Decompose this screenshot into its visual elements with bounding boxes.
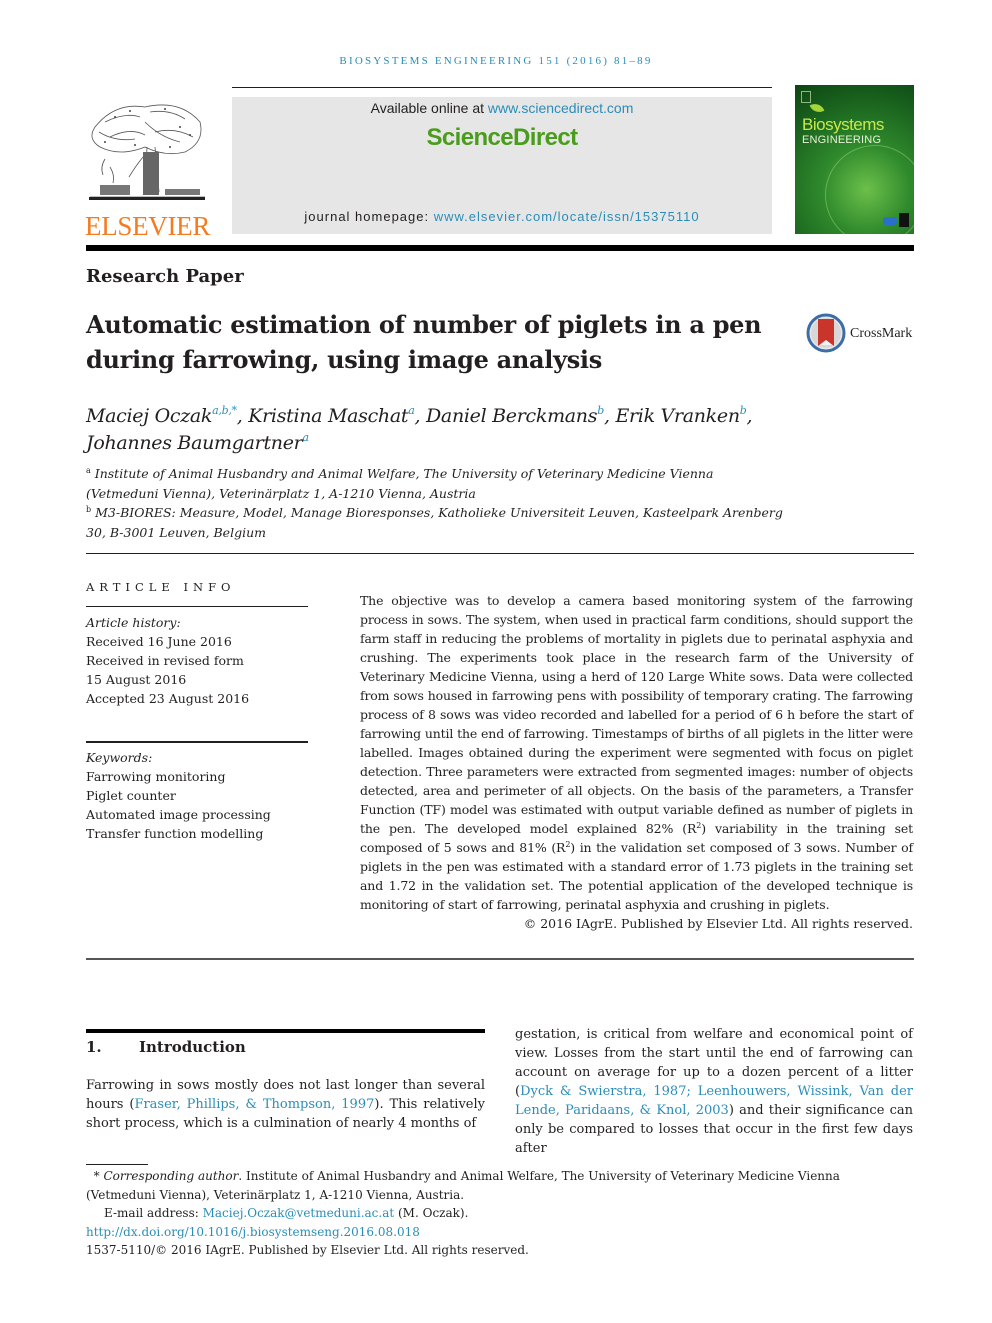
footnotes: * Corresponding author. Institute of Ani… [86, 1167, 913, 1260]
elsevier-tree-icon [89, 104, 205, 200]
author-separator: , [603, 405, 616, 427]
footnote-rule [86, 1164, 148, 1165]
affiliation-item: b M3-BIORES: Measure, Model, Manage Bior… [86, 503, 786, 542]
author-affiliation-marker[interactable]: a [302, 431, 309, 444]
history-item: Accepted 23 August 2016 [86, 691, 250, 706]
keyword-item[interactable]: Farrowing monitoring [86, 767, 308, 786]
keywords: Keywords: Farrowing monitoring Piglet co… [86, 748, 308, 843]
author-name[interactable]: Daniel Berckmans [426, 405, 598, 427]
available-online-label: Available online at [370, 100, 488, 116]
journal-homepage-link[interactable]: www.elsevier.com/locate/issn/15375110 [434, 209, 700, 224]
journal-cover-image[interactable]: Biosystems ENGINEERING [795, 85, 914, 234]
article-history: Article history: Received 16 June 2016 R… [86, 613, 308, 708]
cover-badge-icon [883, 217, 897, 225]
email-suffix: (M. Oczak). [394, 1206, 469, 1220]
article-info-heading: ARTICLE INFO [86, 580, 236, 594]
cover-title-engineering: ENGINEERING [802, 134, 882, 146]
elsevier-logo[interactable]: ELSEVIER [85, 97, 211, 241]
article-title-line-1: Automatic estimation of number of piglet… [86, 310, 762, 339]
running-head: BIOSYSTEMS ENGINEERING 151 (2016) 81–89 [339, 55, 653, 67]
available-online-line: Available online at www.sciencedirect.co… [232, 100, 772, 116]
author-affiliation-marker[interactable]: b [597, 404, 604, 417]
author-list: Maciej Oczaka,b,*, Kristina Maschat a, Da… [86, 403, 806, 457]
cover-leaf-icon [809, 101, 825, 115]
elsevier-wordmark: ELSEVIER [85, 211, 211, 241]
affiliations: a Institute of Animal Husbandry and Anim… [86, 464, 786, 542]
email-note: E-mail address: Maciej.Oczak@vetmeduni.a… [86, 1204, 913, 1223]
affiliations-divider [86, 553, 914, 554]
section-title: Introduction [139, 1038, 246, 1056]
author-name[interactable]: Johannes Baumgartner [86, 432, 303, 454]
intro-right-column: gestation, is critical from welfare and … [515, 1025, 913, 1158]
header-bottom-rule [86, 245, 914, 251]
header-top-rule [232, 87, 772, 88]
article-history-label: Article history: [86, 615, 181, 630]
email-label: E-mail address: [104, 1206, 203, 1220]
keywords-rule [86, 741, 308, 743]
keywords-label: Keywords: [86, 750, 153, 765]
author-name[interactable]: Kristina Maschat [248, 405, 408, 427]
article-title-line-2: during farrowing, using image analysis [86, 345, 602, 374]
crossmark-icon [806, 313, 846, 353]
crossmark-label: CrossMark [850, 326, 913, 341]
journal-homepage-label: journal homepage: [304, 209, 434, 224]
abstract-text: The objective was to develop a camera ba… [360, 591, 913, 914]
sciencedirect-logo[interactable]: ScienceDirect [232, 124, 772, 152]
affiliation-text: M3-BIORES: Measure, Model, Manage Biores… [86, 505, 783, 540]
journal-homepage-line: journal homepage: www.elsevier.com/locat… [232, 209, 772, 224]
cover-qr-icon [899, 213, 909, 227]
section-number: 1. [86, 1038, 102, 1056]
history-item: Received in revised form [86, 653, 244, 668]
corresponding-author-label: Corresponding author [103, 1169, 239, 1183]
history-item: 15 August 2016 [86, 672, 187, 687]
cover-publisher-mark-icon [801, 91, 811, 103]
author-separator: , [414, 405, 426, 427]
corresponding-author-note: * Corresponding author. Institute of Ani… [86, 1167, 913, 1204]
article-title: Automatic estimation of number of piglet… [86, 307, 786, 377]
article-info-rule [86, 606, 308, 607]
section-heading-introduction: 1. Introduction [86, 1038, 486, 1056]
cover-title-biosystems: Biosystems [802, 115, 884, 134]
email-link[interactable]: Maciej.Oczak@vetmeduni.ac.at [203, 1206, 395, 1220]
section-type: Research Paper [86, 266, 244, 287]
history-item: Received 16 June 2016 [86, 634, 232, 649]
affiliation-item: a Institute of Animal Husbandry and Anim… [86, 464, 786, 503]
sciencedirect-banner: Available online at www.sciencedirect.co… [232, 97, 772, 234]
affiliation-text: Institute of Animal Husbandry and Animal… [86, 466, 714, 501]
author-name[interactable]: Erik Vranken [615, 405, 740, 427]
crossmark-button[interactable]: CrossMark [806, 313, 916, 355]
author-separator: , [236, 405, 249, 427]
keyword-item[interactable]: Transfer function modelling [86, 824, 308, 843]
sciencedirect-link[interactable]: www.sciencedirect.com [488, 100, 634, 116]
affiliation-key: b [86, 505, 92, 514]
keyword-item[interactable]: Automated image processing [86, 805, 308, 824]
footnote-marker: * [93, 1169, 100, 1183]
keyword-item[interactable]: Piglet counter [86, 786, 308, 805]
author-affiliation-marker[interactable]: b [740, 404, 747, 417]
intro-rule [86, 1029, 485, 1033]
abstract-segment: The objective was to develop a camera ba… [360, 593, 913, 836]
author-separator: , [746, 405, 753, 427]
author-affiliation-marker[interactable]: a,b,* [212, 404, 237, 417]
doi-link[interactable]: http://dx.doi.org/10.1016/j.biosystemsen… [86, 1223, 913, 1242]
issn-copyright-line: 1537-5110/© 2016 IAgrE. Published by Els… [86, 1243, 529, 1257]
affiliation-key: a [86, 466, 91, 475]
intro-left-column: Farrowing in sows mostly does not last l… [86, 1076, 485, 1133]
abstract-copyright: © 2016 IAgrE. Published by Elsevier Ltd.… [523, 916, 913, 931]
citation-link[interactable]: Fraser, Phillips, & Thompson, 1997 [134, 1097, 374, 1112]
author-name[interactable]: Maciej Oczak [86, 405, 212, 427]
abstract-divider [86, 958, 914, 960]
